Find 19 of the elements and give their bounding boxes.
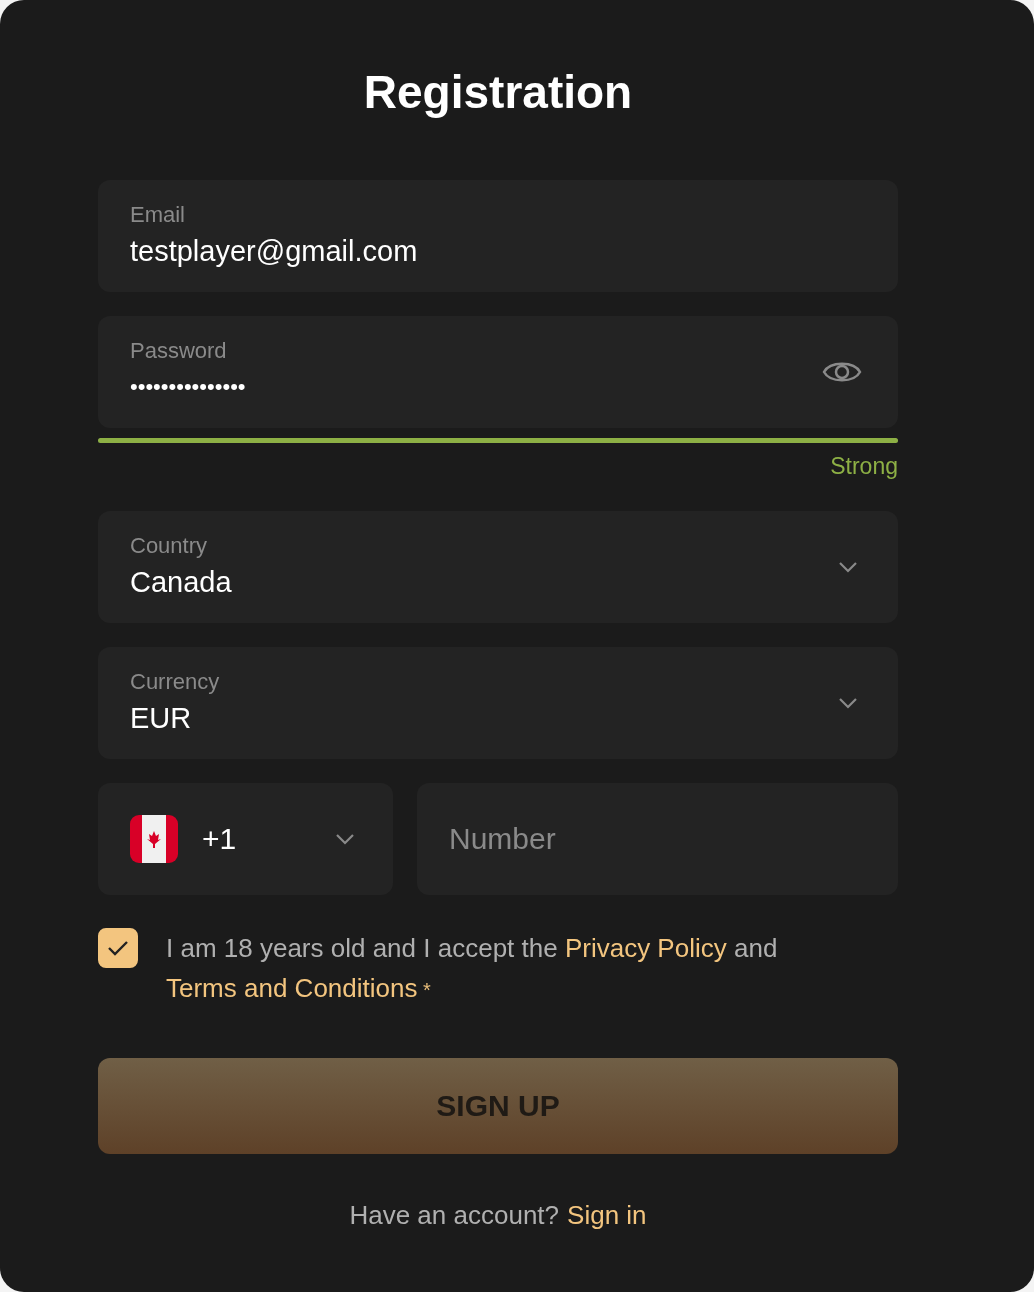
country-code-select[interactable]: +1	[98, 783, 393, 895]
policy-link[interactable]: Privacy Policy	[564, 933, 727, 963]
policy-link[interactable]: Terms and Conditions	[166, 973, 418, 1003]
flag-icon	[130, 815, 178, 863]
country-select[interactable]: Country Canada	[98, 511, 898, 623]
email-field[interactable]: Email testplayer@gmail.com	[98, 180, 898, 292]
phone-number-field[interactable]: Number	[417, 783, 898, 895]
account-prompt: Have an account?	[349, 1199, 560, 1232]
chevron-down-icon	[838, 561, 858, 573]
consent-checkbox[interactable]	[98, 928, 138, 968]
form-title: Registration	[363, 65, 633, 120]
check-icon	[107, 940, 129, 956]
strength-label: Strong	[830, 452, 898, 481]
consent-text: I am 18 years old and I accept the Privacy Policy and Terms and Conditions *	[166, 932, 779, 1005]
sign-in-link[interactable]: Sign in	[567, 1198, 647, 1232]
chevron-down-icon	[838, 697, 858, 709]
chevron-down-icon	[335, 833, 355, 845]
password-field[interactable]: Password •••••••••••••••	[98, 316, 898, 428]
currency-select[interactable]: Currency EUR	[98, 647, 898, 759]
